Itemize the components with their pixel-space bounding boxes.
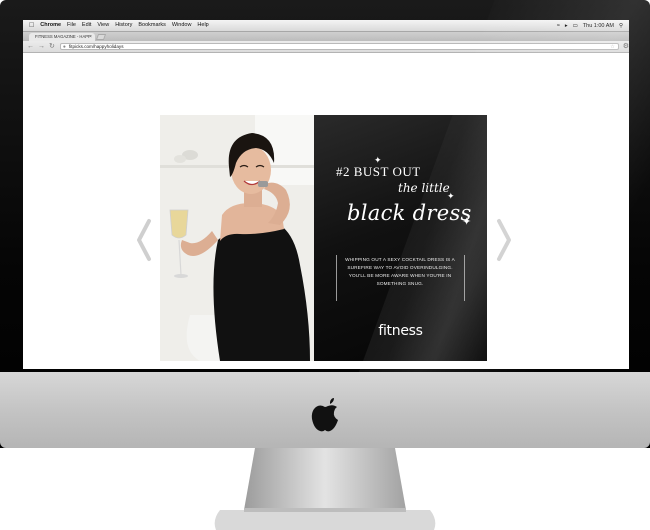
battery-icon[interactable]: ▭: [573, 23, 578, 29]
browser-tab[interactable]: FITNESS MAGAZINE - HAPP ×: [29, 33, 95, 41]
menubar-status-area: ≈ ▸ ▭ Thu 1:00 AM ⚲: [552, 23, 623, 29]
slideshow-slide: #2 BUST OUT the little black dress ✦ ✦ ✦…: [160, 115, 487, 361]
forward-icon[interactable]: →: [38, 41, 45, 52]
menu-app-name[interactable]: Chrome: [40, 20, 61, 31]
volume-icon[interactable]: ▸: [565, 23, 568, 29]
browser-toolbar: ← → ↻ ● fitpicks.com/happyholidays ☆ ⚙: [23, 41, 629, 53]
headline-bust-out: BUST OUT: [353, 164, 421, 179]
menu-file[interactable]: File: [67, 20, 76, 31]
new-tab-button[interactable]: [95, 34, 107, 40]
apple-menu-icon[interactable]: : [29, 20, 34, 31]
url-text: fitpicks.com/happyholidays: [68, 44, 124, 49]
menu-window[interactable]: Window: [172, 20, 192, 31]
sparkle-icon: ✦: [462, 216, 472, 228]
headline-line3: black dress: [347, 201, 472, 225]
menu-view[interactable]: View: [97, 20, 109, 31]
headline-number: #2: [336, 164, 350, 179]
sparkle-icon: ✦: [447, 191, 455, 201]
monitor-stand: [214, 448, 436, 530]
address-bar[interactable]: ● fitpicks.com/happyholidays ☆: [59, 43, 619, 50]
apple-logo-icon: [311, 398, 338, 432]
tab-title: FITNESS MAGAZINE - HAPP: [35, 34, 91, 39]
wrench-icon[interactable]: ⚙: [623, 41, 629, 52]
page-icon: ●: [62, 44, 66, 50]
back-icon[interactable]: ←: [27, 41, 34, 52]
divider-right: [464, 255, 465, 301]
reload-icon[interactable]: ↻: [49, 41, 55, 52]
sparkle-icon: ✦: [374, 155, 382, 165]
star-icon[interactable]: ☆: [610, 44, 614, 50]
screen:  Chrome File Edit View History Bookmark…: [23, 20, 629, 369]
slide-photo: [160, 115, 314, 361]
menu-history[interactable]: History: [115, 20, 132, 31]
spotlight-icon[interactable]: ⚲: [619, 23, 623, 29]
fitness-logo: fitness: [378, 323, 423, 339]
wifi-icon[interactable]: ≈: [557, 23, 560, 29]
menu-help[interactable]: Help: [197, 20, 208, 31]
slide-text-panel: #2 BUST OUT the little black dress ✦ ✦ ✦…: [314, 115, 487, 361]
close-tab-icon[interactable]: ×: [89, 33, 92, 41]
page-content: #2 BUST OUT the little black dress ✦ ✦ ✦…: [23, 53, 629, 369]
woman-photo-illustration: [160, 115, 314, 361]
chevron-right-icon[interactable]: [494, 218, 514, 262]
divider-left: [336, 255, 337, 301]
menubar-clock[interactable]: Thu 1:00 AM: [583, 23, 614, 29]
headline-line1: #2 BUST OUT: [336, 164, 476, 180]
menu-edit[interactable]: Edit: [82, 20, 91, 31]
headline-line2: the little: [398, 181, 450, 195]
slide-body-text: WHIPPING OUT A SEXY COCKTAIL DRESS IS A …: [345, 257, 455, 286]
os-menubar:  Chrome File Edit View History Bookmark…: [23, 20, 629, 32]
tab-strip: FITNESS MAGAZINE - HAPP ×: [23, 32, 629, 41]
menu-bookmarks[interactable]: Bookmarks: [138, 20, 166, 31]
chevron-left-icon[interactable]: [134, 218, 154, 262]
imac-monitor:  Chrome File Edit View History Bookmark…: [0, 0, 650, 448]
